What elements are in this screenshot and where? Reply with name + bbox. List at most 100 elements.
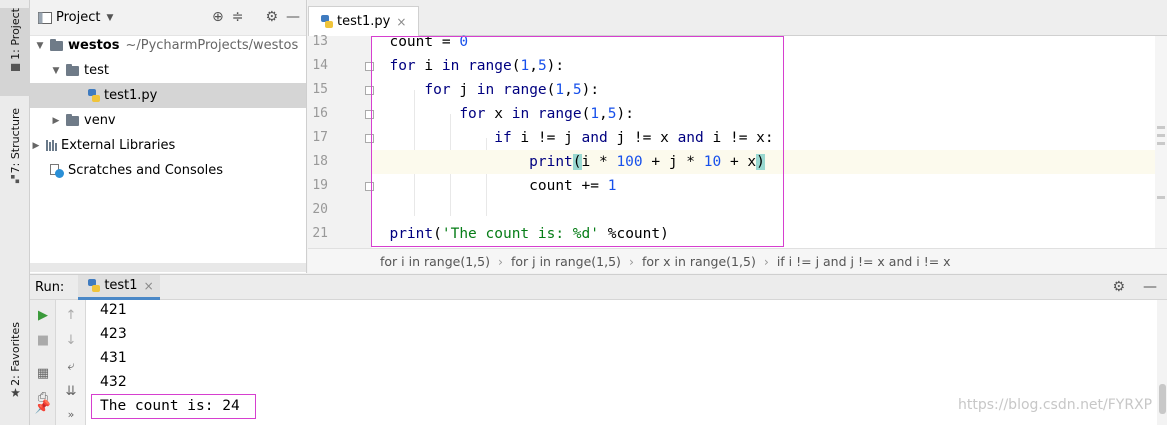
folder-icon — [50, 38, 63, 51]
library-icon — [46, 140, 57, 151]
breadcrumb-item[interactable]: for i in range(1,5) — [380, 254, 490, 269]
tree-item-test[interactable]: ▼ test — [30, 58, 306, 83]
minimize-icon[interactable]: — — [1143, 279, 1157, 295]
project-panel-title[interactable]: Project — [56, 10, 100, 25]
run-toolbar: ▶ ■ ▦ ⎙ 📌 — [30, 300, 56, 425]
console-toolbar: ↑ ↓ ⤶ ⇊ » — [56, 300, 86, 425]
output-line: 431 — [100, 350, 127, 366]
breadcrumb: for i in range(1,5) › for j in range(1,5… — [308, 248, 1167, 273]
close-icon[interactable]: × — [144, 279, 154, 293]
line-number: 18 — [312, 154, 328, 169]
rerun-icon[interactable]: ▶ — [30, 304, 56, 326]
chevron-down-icon[interactable]: ▼ — [106, 13, 113, 23]
python-file-icon — [88, 279, 101, 292]
pin-icon[interactable]: 📌 — [30, 396, 56, 418]
run-label: Run: — [35, 279, 65, 295]
code-area[interactable]: count = 0 for i in range(1,5): for j in … — [372, 34, 1167, 248]
project-path: ~/PycharmProjects/westos — [125, 38, 299, 53]
scratches-icon — [50, 163, 64, 178]
collapse-icon[interactable]: ≑ — [232, 9, 244, 25]
project-panel: Project ▼ ⊕ ≑ ⚙ — ▼ westos ~/PycharmProj… — [30, 0, 307, 273]
line-number: 17 — [312, 130, 328, 145]
folder-icon — [10, 63, 20, 71]
close-icon[interactable]: × — [396, 15, 406, 29]
code-line-13: count = 0 — [372, 34, 469, 50]
chevron-right-icon: › — [497, 253, 503, 269]
tree-item-label: venv — [84, 113, 116, 128]
tree-item-label: Scratches and Consoles — [68, 163, 224, 178]
scrollbar-thumb[interactable] — [1159, 384, 1166, 414]
editor-gutter: 13 14 15 16 17 18 19 20 21 — [308, 34, 374, 248]
breadcrumb-item[interactable]: for j in range(1,5) — [511, 254, 621, 269]
gear-icon[interactable]: ⚙ — [265, 9, 278, 25]
line-number: 16 — [312, 106, 328, 121]
minimize-icon[interactable]: — — [286, 9, 300, 25]
run-tab-label: test1 — [104, 278, 138, 293]
tree-item-test1-py[interactable]: test1.py — [30, 83, 306, 108]
breadcrumb-item[interactable]: for x in range(1,5) — [642, 254, 756, 269]
code-line-15: for j in range(1,5): — [424, 82, 600, 98]
folder-icon — [66, 63, 79, 76]
code-line-17: if i != j and j != x and i != x: — [494, 130, 774, 146]
left-tool-strip: 1: Project 7: Structure 2: Favorites — [0, 0, 30, 425]
chevron-right-icon: › — [763, 253, 769, 269]
editor-tab-label: test1.py — [337, 14, 391, 29]
tree-item-label: External Libraries — [61, 138, 176, 153]
code-line-18: print(i * 100 + j * 10 + x) — [372, 150, 1167, 174]
tree-item-scratches[interactable]: Scratches and Consoles — [30, 158, 306, 183]
code-line-21: print('The count is: %d' %count) — [389, 226, 669, 242]
tree-item-venv[interactable]: ▶ venv — [30, 108, 306, 133]
line-number: 20 — [312, 202, 328, 217]
chevron-right-icon: › — [628, 253, 634, 269]
scroll-to-end-icon[interactable]: ⇊ — [56, 380, 86, 402]
code-line-14: for i in range(1,5): — [389, 58, 565, 74]
code-line-19: count += 1 — [372, 178, 617, 194]
layout-icon[interactable]: ▦ — [30, 362, 56, 384]
project-tool-tab[interactable]: 1: Project — [0, 8, 30, 96]
project-view-icon — [38, 11, 52, 24]
tree-item-label: test — [84, 63, 109, 78]
locate-icon[interactable]: ⊕ — [212, 9, 224, 25]
structure-icon — [10, 175, 19, 184]
watermark: https://blog.csdn.net/FYRXP — [958, 397, 1153, 413]
run-tab-test1[interactable]: test1 × — [78, 274, 160, 300]
star-icon — [10, 387, 20, 397]
tree-item-external-libraries[interactable]: ▶ External Libraries — [30, 133, 306, 158]
console-scrollbar[interactable] — [1157, 300, 1167, 425]
line-number: 13 — [312, 34, 328, 49]
code-line-16: for x in range(1,5): — [459, 106, 634, 122]
editor-error-stripe[interactable] — [1155, 36, 1167, 248]
output-line: 423 — [100, 326, 127, 342]
expanded-arrow-icon[interactable]: ▼ — [50, 66, 62, 76]
code-editor[interactable]: 13 14 15 16 17 18 19 20 21 count = 0 for… — [308, 34, 1167, 248]
line-number: 14 — [312, 58, 328, 73]
python-file-icon — [321, 15, 333, 28]
horizontal-scrollbar[interactable] — [30, 263, 306, 272]
tree-item-label: test1.py — [104, 88, 158, 103]
line-number: 19 — [312, 178, 328, 193]
soft-wrap-icon[interactable]: ⤶ — [56, 355, 86, 377]
structure-tool-tab[interactable]: 7: Structure — [0, 108, 30, 198]
output-line: 421 — [100, 302, 127, 318]
collapsed-arrow-icon[interactable]: ▶ — [50, 116, 62, 126]
tree-item-westos[interactable]: ▼ westos ~/PycharmProjects/westos — [30, 33, 306, 58]
favorites-tool-tab-label: 2: Favorites — [8, 322, 22, 386]
collapsed-arrow-icon[interactable]: ▶ — [30, 141, 42, 151]
more-icon[interactable]: » — [56, 403, 86, 425]
output-line: 432 — [100, 374, 127, 390]
stop-icon[interactable]: ■ — [30, 329, 56, 351]
breadcrumb-item[interactable]: if i != j and j != x and i != x — [777, 254, 951, 269]
python-file-icon — [88, 89, 100, 102]
line-number: 21 — [312, 226, 328, 241]
structure-tool-tab-label: 7: Structure — [8, 108, 22, 174]
gear-icon[interactable]: ⚙ — [1112, 279, 1125, 295]
arrow-down-icon[interactable]: ↓ — [56, 329, 86, 351]
folder-icon — [66, 113, 79, 126]
arrow-up-icon[interactable]: ↑ — [56, 304, 86, 326]
tree-item-label: westos — [68, 38, 120, 53]
favorites-tool-tab[interactable]: 2: Favorites — [0, 322, 30, 414]
project-panel-header: Project ▼ ⊕ ≑ ⚙ — — [30, 0, 306, 36]
output-line-result: The count is: 24 — [100, 398, 240, 414]
expanded-arrow-icon[interactable]: ▼ — [34, 41, 46, 51]
